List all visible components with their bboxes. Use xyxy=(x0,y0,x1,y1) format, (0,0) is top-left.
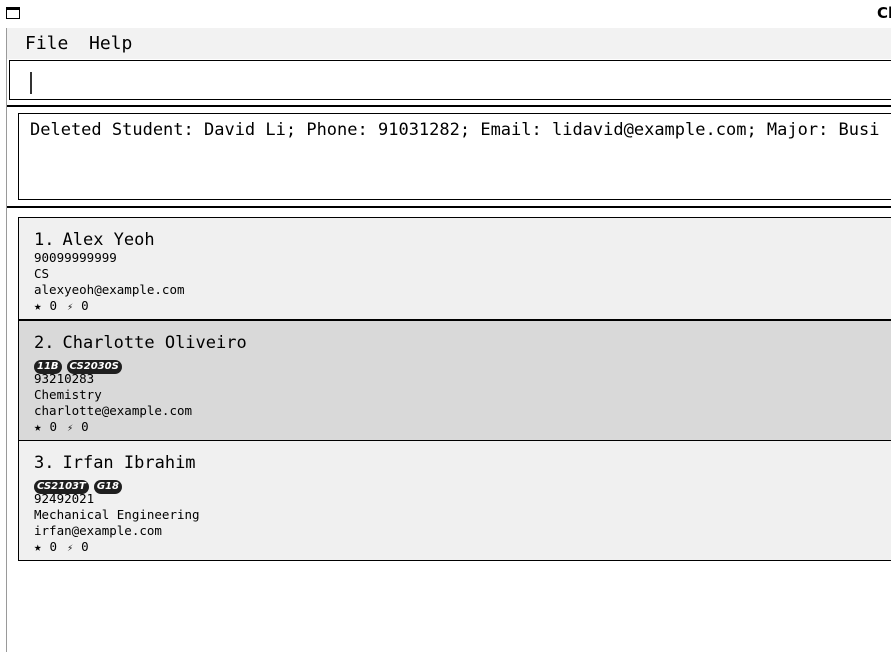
tag-list: 11B CS2030S xyxy=(34,353,891,374)
lightning-icon: ⚡ xyxy=(67,543,74,554)
student-stats: ★ 0 ⚡ 0 xyxy=(34,419,891,440)
lightning-count: 0 xyxy=(81,419,89,434)
star-count: 0 xyxy=(49,539,58,554)
menu-bar: File Help xyxy=(7,28,891,59)
title-bar: Cl xyxy=(0,0,891,28)
app-window: File Help Deleted Student: David Li; Pho… xyxy=(6,28,891,652)
student-major: CS xyxy=(34,266,50,281)
student-email: irfan@example.com xyxy=(34,523,162,538)
student-phone: 90099999999 xyxy=(34,250,117,265)
star-icon: ★ xyxy=(34,419,42,434)
student-major: Mechanical Engineering xyxy=(34,507,200,522)
divider xyxy=(7,105,891,107)
tag-badge: G18 xyxy=(93,480,122,494)
text-caret xyxy=(30,72,32,94)
lightning-count: 0 xyxy=(81,539,89,554)
student-phone: 93210283 xyxy=(34,371,95,386)
student-email: alexyeoh@example.com xyxy=(34,282,185,297)
student-card[interactable]: 3. Irfan Ibrahim CS2103T G18 92492021 Mechani… xyxy=(18,440,891,561)
lightning-icon: ⚡ xyxy=(67,423,74,434)
student-email: charlotte@example.com xyxy=(34,403,193,418)
result-display: Deleted Student: David Li; Phone: 910312… xyxy=(18,113,891,200)
student-card[interactable]: 2. Charlotte Oliveiro 11B CS2030S 93210283 Ch… xyxy=(18,319,891,441)
divider xyxy=(7,206,891,208)
student-name: Irfan Ibrahim xyxy=(62,453,196,473)
star-count: 0 xyxy=(49,419,58,434)
student-index: 1. xyxy=(34,230,55,250)
student-list[interactable]: 1. Alex Yeoh 90099999999 CS alexyeoh@example… xyxy=(18,217,891,561)
student-stats: ★ 0 ⚡ 0 xyxy=(34,539,891,560)
student-major: Chemistry xyxy=(34,387,102,402)
student-index: 3. xyxy=(34,453,55,473)
student-name-row: 1. Alex Yeoh xyxy=(34,218,891,250)
window-title: Cl xyxy=(877,4,891,22)
command-input[interactable] xyxy=(9,60,891,100)
menu-file[interactable]: File xyxy=(23,33,70,55)
student-name-row: 3. Irfan Ibrahim xyxy=(34,441,891,473)
tag-list: CS2103T G18 xyxy=(34,473,891,494)
student-stats: ★ 0 ⚡ 0 xyxy=(34,298,891,319)
student-card[interactable]: 1. Alex Yeoh 90099999999 CS alexyeoh@example… xyxy=(18,217,891,320)
student-name-row: 2. Charlotte Oliveiro xyxy=(34,321,891,353)
star-icon: ★ xyxy=(34,298,42,313)
menu-help[interactable]: Help xyxy=(87,33,134,55)
window-icon xyxy=(6,7,20,19)
star-count: 0 xyxy=(49,298,58,313)
student-name: Charlotte Oliveiro xyxy=(62,333,247,353)
lightning-icon: ⚡ xyxy=(67,302,74,313)
star-icon: ★ xyxy=(34,539,42,554)
lightning-count: 0 xyxy=(81,298,89,313)
result-text: Deleted Student: David Li; Phone: 910312… xyxy=(30,120,880,140)
student-phone: 92492021 xyxy=(34,491,95,506)
student-name: Alex Yeoh xyxy=(62,230,155,250)
student-index: 2. xyxy=(34,333,55,353)
